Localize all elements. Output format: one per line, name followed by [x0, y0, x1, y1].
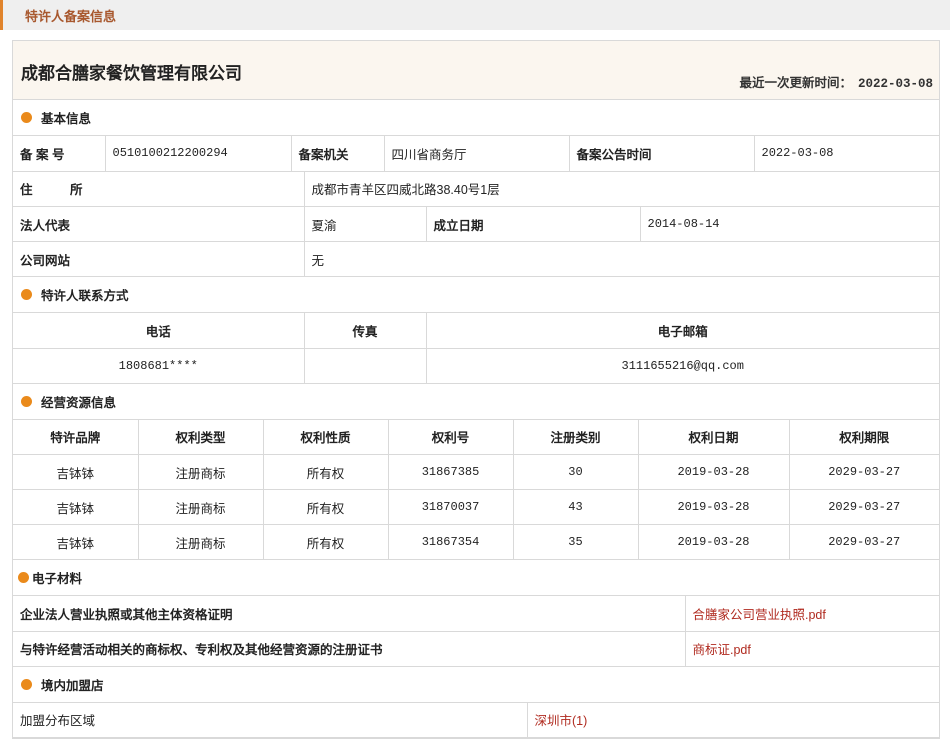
cell-type: 注册商标 — [137, 454, 264, 490]
fax-value — [303, 347, 427, 384]
est-label: 成立日期 — [425, 206, 641, 242]
col-header: 权利日期 — [637, 419, 790, 455]
last-update-label: 最近一次更新时间： — [739, 76, 852, 90]
section-title: 境内加盟店 — [41, 678, 104, 693]
bullet-icon — [21, 112, 32, 123]
cell-nature: 所有权 — [262, 454, 389, 490]
cell-expiry: 2029-03-27 — [788, 524, 939, 560]
bullet-icon — [21, 678, 32, 690]
col-header: 权利类型 — [137, 419, 264, 455]
table-row: 住 所 成都市青羊区四威北路38.40号1层 — [13, 171, 939, 207]
material-label: 与特许经营活动相关的商标权、专利权及其他经营资源的注册证书 — [13, 630, 686, 667]
table-row: 法人代表 夏渝 成立日期 2014-08-14 — [13, 206, 939, 242]
table-row: 吉钵钵 注册商标 所有权 31867354 35 2019-03-28 2029… — [13, 524, 939, 560]
page-header: 特许人备案信息 — [0, 0, 950, 30]
cell-number: 31867385 — [387, 454, 514, 490]
site-label: 公司网站 — [13, 241, 305, 277]
section-materials: 电子材料 — [13, 560, 939, 596]
cell-brand: 吉钵钵 — [13, 524, 139, 560]
basic-info-table: 备 案 号 0510100212200294 备案机关 四川省商务厅 备案公告时… — [13, 136, 939, 172]
email-header: 电子邮箱 — [425, 313, 939, 349]
cell-nature: 所有权 — [262, 489, 389, 525]
cell-date: 2019-03-28 — [637, 524, 790, 560]
cell-date: 2019-03-28 — [637, 489, 790, 525]
cell-type: 注册商标 — [137, 489, 264, 525]
material-label: 企业法人营业执照或其他主体资格证明 — [13, 596, 686, 632]
reg-no-value: 0510100212200294 — [104, 136, 292, 172]
cell-brand: 吉钵钵 — [13, 489, 139, 525]
cell-number: 31870037 — [387, 489, 514, 525]
table-row: 电话 传真 电子邮箱 — [13, 313, 939, 349]
table-row: 1808681**** 3111655216@qq.com — [13, 347, 939, 384]
table-row: 备 案 号 0510100212200294 备案机关 四川省商务厅 备案公告时… — [13, 136, 939, 172]
last-update-value: 2022-03-08 — [857, 77, 933, 91]
section-title: 基本信息 — [41, 112, 92, 126]
bullet-icon — [21, 395, 32, 407]
section-resources: 经营资源信息 — [13, 384, 939, 420]
section-title: 特许人联系方式 — [41, 289, 129, 303]
page-header-title: 特许人备案信息 — [25, 8, 117, 24]
cell-type: 注册商标 — [137, 524, 264, 560]
col-header: 权利号 — [387, 419, 514, 455]
cell-class: 35 — [512, 524, 639, 560]
basic-info-table-2: 住 所 成都市青羊区四威北路38.40号1层 法人代表 夏渝 成立日期 2014… — [13, 171, 939, 277]
email-value: 3111655216@qq.com — [425, 347, 939, 384]
table-row: 公司网站 无 — [13, 241, 939, 277]
area-link[interactable]: 深圳市(1) — [526, 702, 939, 738]
announce-value: 2022-03-08 — [753, 136, 939, 172]
material-file-link[interactable]: 商标证.pdf — [684, 630, 939, 667]
table-row: 与特许经营活动相关的商标权、专利权及其他经营资源的注册证书 商标证.pdf — [13, 630, 939, 667]
section-title: 经营资源信息 — [41, 395, 117, 410]
rep-label: 法人代表 — [13, 206, 305, 242]
table-row: 加盟分布区域 深圳市(1) — [13, 702, 939, 738]
cell-number: 31867354 — [387, 524, 514, 560]
col-header: 注册类别 — [512, 419, 639, 455]
company-header: 成都合膳家餐饮管理有限公司 最近一次更新时间： 2022-03-08 — [13, 41, 939, 100]
section-title: 电子材料 — [32, 572, 83, 586]
cell-class: 43 — [512, 489, 639, 525]
address-value: 成都市青羊区四威北路38.40号1层 — [303, 171, 939, 207]
est-value: 2014-08-14 — [639, 206, 939, 242]
address-label: 住 所 — [13, 171, 305, 207]
resources-table: 特许品牌 权利类型 权利性质 权利号 注册类别 权利日期 权利期限 吉钵钵 注册… — [13, 419, 939, 560]
table-row: 企业法人营业执照或其他主体资格证明 合膳家公司营业执照.pdf — [13, 596, 939, 632]
phone-value: 1808681**** — [13, 347, 305, 384]
announce-label: 备案公告时间 — [568, 136, 755, 172]
table-row: 吉钵钵 注册商标 所有权 31867385 30 2019-03-28 2029… — [13, 454, 939, 490]
contact-table: 电话 传真 电子邮箱 1808681**** 3111655216@qq.com — [13, 313, 939, 384]
fax-header: 传真 — [303, 313, 427, 349]
rep-value: 夏渝 — [303, 206, 427, 242]
area-label: 加盟分布区域 — [13, 702, 528, 738]
table-header-row: 特许品牌 权利类型 权利性质 权利号 注册类别 权利日期 权利期限 — [13, 419, 939, 455]
last-update: 最近一次更新时间： 2022-03-08 — [739, 72, 933, 91]
record-panel: 成都合膳家餐饮管理有限公司 最近一次更新时间： 2022-03-08 基本信息 备… — [12, 40, 940, 739]
authority-value: 四川省商务厅 — [383, 136, 570, 172]
bullet-icon — [21, 289, 32, 300]
reg-no-label: 备 案 号 — [13, 136, 106, 172]
stores-table: 加盟分布区域 深圳市(1) — [13, 702, 939, 738]
cell-date: 2019-03-28 — [637, 454, 790, 490]
materials-table: 企业法人营业执照或其他主体资格证明 合膳家公司营业执照.pdf 与特许经营活动相… — [13, 596, 939, 667]
bullet-icon — [18, 572, 29, 583]
phone-header: 电话 — [13, 313, 305, 349]
authority-label: 备案机关 — [290, 136, 385, 172]
col-header: 特许品牌 — [13, 419, 139, 455]
col-header: 权利期限 — [788, 419, 939, 455]
cell-nature: 所有权 — [262, 524, 389, 560]
table-row: 吉钵钵 注册商标 所有权 31870037 43 2019-03-28 2029… — [13, 489, 939, 525]
cell-expiry: 2029-03-27 — [788, 454, 939, 490]
section-basic-info: 基本信息 — [13, 100, 939, 136]
section-stores: 境内加盟店 — [13, 667, 939, 703]
cell-class: 30 — [512, 454, 639, 490]
site-value: 无 — [303, 241, 939, 277]
section-contact: 特许人联系方式 — [13, 277, 939, 313]
material-file-link[interactable]: 合膳家公司营业执照.pdf — [684, 596, 939, 632]
cell-brand: 吉钵钵 — [13, 454, 139, 490]
col-header: 权利性质 — [262, 419, 389, 455]
cell-expiry: 2029-03-27 — [788, 489, 939, 525]
company-name: 成都合膳家餐饮管理有限公司 — [21, 64, 242, 83]
